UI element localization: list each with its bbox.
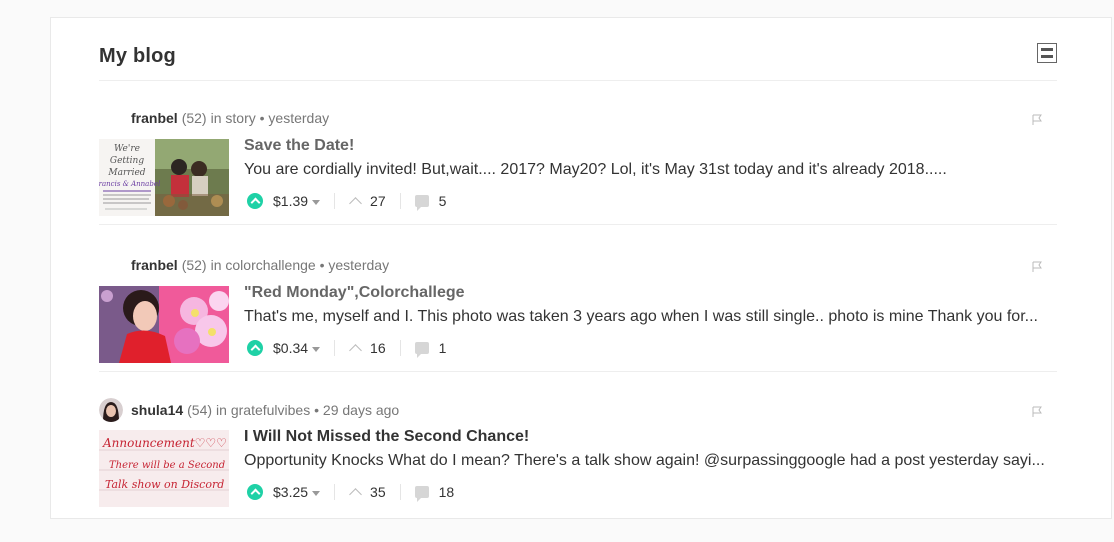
post-meta: franbel (52) in story • yesterday xyxy=(99,106,329,130)
post-time: • 29 days ago xyxy=(314,402,400,418)
post-thumbnail[interactable]: We're Getting Married Francis & Annabel xyxy=(99,139,229,216)
upvote-button[interactable] xyxy=(247,340,263,356)
caret-down-icon xyxy=(312,346,321,352)
payout-value[interactable]: $3.25 xyxy=(273,484,321,500)
author-reputation: (54) xyxy=(187,402,213,418)
comment-icon xyxy=(414,486,429,502)
divider xyxy=(334,193,336,209)
post-item: franbel (52) in colorchallenge • yesterd… xyxy=(99,253,1057,399)
avatar-image xyxy=(99,398,123,422)
post-time: • yesterday xyxy=(259,110,330,126)
flag-icon[interactable] xyxy=(1031,406,1043,418)
chevron-up-icon xyxy=(349,343,362,357)
thumb-text: Getting xyxy=(110,156,144,166)
post-footer: $1.39 27 5 xyxy=(247,190,446,212)
vote-count[interactable]: 27 xyxy=(370,193,386,209)
category-link[interactable]: story xyxy=(225,110,255,126)
flag-icon[interactable] xyxy=(1031,261,1043,273)
author-reputation: (52) xyxy=(181,257,207,273)
upvote-button[interactable] xyxy=(247,193,263,209)
payout-value[interactable]: $1.39 xyxy=(273,193,321,209)
category-prefix: in xyxy=(210,110,222,126)
list-view-icon xyxy=(1041,48,1053,51)
comment-count[interactable]: 18 xyxy=(439,484,455,500)
post-title[interactable]: "Red Monday",Colorchallege xyxy=(244,284,465,302)
thumb-text: We're xyxy=(114,144,140,154)
flag-icon[interactable] xyxy=(1031,114,1043,126)
category-link[interactable]: gratefulvibes xyxy=(231,402,310,418)
post-excerpt[interactable]: Opportunity Knocks What do I mean? There… xyxy=(244,452,1049,470)
post-excerpt[interactable]: You are cordially invited! But,wait.... … xyxy=(244,161,1049,179)
divider xyxy=(399,340,401,356)
vote-count[interactable]: 35 xyxy=(370,484,386,500)
comment-count[interactable]: 5 xyxy=(439,193,447,209)
divider xyxy=(334,340,336,356)
divider xyxy=(399,193,401,209)
post-meta: franbel (52) in colorchallenge • yesterd… xyxy=(99,253,389,277)
post-footer: $0.34 16 1 xyxy=(247,337,446,359)
chevron-up-icon xyxy=(349,196,362,210)
payout-amount: $3.25 xyxy=(273,484,309,500)
thumb-text: Announcement♡♡♡ xyxy=(102,436,227,450)
post-title[interactable]: I Will Not Missed the Second Chance! xyxy=(244,428,529,446)
list-view-toggle-button[interactable] xyxy=(1037,43,1057,63)
author-link[interactable]: franbel xyxy=(131,110,178,126)
blog-card: My blog franbel (52) in story • yesterda… xyxy=(50,17,1112,519)
thumb-text: Francis & Annabel xyxy=(99,180,160,188)
thumb-text: Talk show on Discord xyxy=(105,478,224,491)
divider xyxy=(334,484,336,500)
red-monday-thumbnail-image xyxy=(99,286,229,363)
post-title[interactable]: Save the Date! xyxy=(244,137,354,155)
caret-down-icon xyxy=(312,490,321,496)
comment-icon xyxy=(414,195,429,211)
list-view-icon-bar xyxy=(1041,55,1053,58)
vote-count[interactable]: 16 xyxy=(370,340,386,356)
page-title: My blog xyxy=(99,45,176,67)
comment-icon xyxy=(414,342,429,358)
post-excerpt[interactable]: That's me, myself and I. This photo was … xyxy=(244,308,1049,326)
post-thumbnail[interactable] xyxy=(99,286,229,363)
category-link[interactable]: colorchallenge xyxy=(225,257,315,273)
payout-amount: $0.34 xyxy=(273,340,309,356)
wedding-thumbnail-image: We're Getting Married Francis & Annabel xyxy=(99,139,229,216)
post-time: • yesterday xyxy=(319,257,390,273)
category-prefix: in xyxy=(216,402,227,418)
post-thumbnail[interactable]: Announcement♡♡♡ There will be a Second T… xyxy=(99,430,229,507)
payout-amount: $1.39 xyxy=(273,193,309,209)
upvote-button[interactable] xyxy=(247,484,263,500)
post-item: franbel (52) in story • yesterday We're … xyxy=(99,106,1057,252)
comment-count[interactable]: 1 xyxy=(439,340,447,356)
post-footer: $3.25 35 18 xyxy=(247,481,454,503)
author-link[interactable]: shula14 xyxy=(131,402,183,418)
post-meta: shula14 (54) in gratefulvibes • 29 days … xyxy=(99,398,399,422)
payout-value[interactable]: $0.34 xyxy=(273,340,321,356)
post-item: shula14 (54) in gratefulvibes • 29 days … xyxy=(99,396,1057,542)
avatar[interactable] xyxy=(99,398,123,422)
post-divider xyxy=(99,224,1057,225)
blog-header: My blog xyxy=(99,18,1057,81)
divider xyxy=(399,484,401,500)
announcement-thumbnail-image: Announcement♡♡♡ There will be a Second T… xyxy=(99,430,229,507)
caret-down-icon xyxy=(312,199,321,205)
thumb-text: There will be a Second xyxy=(109,460,225,471)
post-divider xyxy=(99,371,1057,372)
thumb-text: Married xyxy=(107,168,145,178)
chevron-up-icon xyxy=(349,487,362,501)
author-link[interactable]: franbel xyxy=(131,257,178,273)
author-reputation: (52) xyxy=(181,110,207,126)
category-prefix: in xyxy=(210,257,222,273)
